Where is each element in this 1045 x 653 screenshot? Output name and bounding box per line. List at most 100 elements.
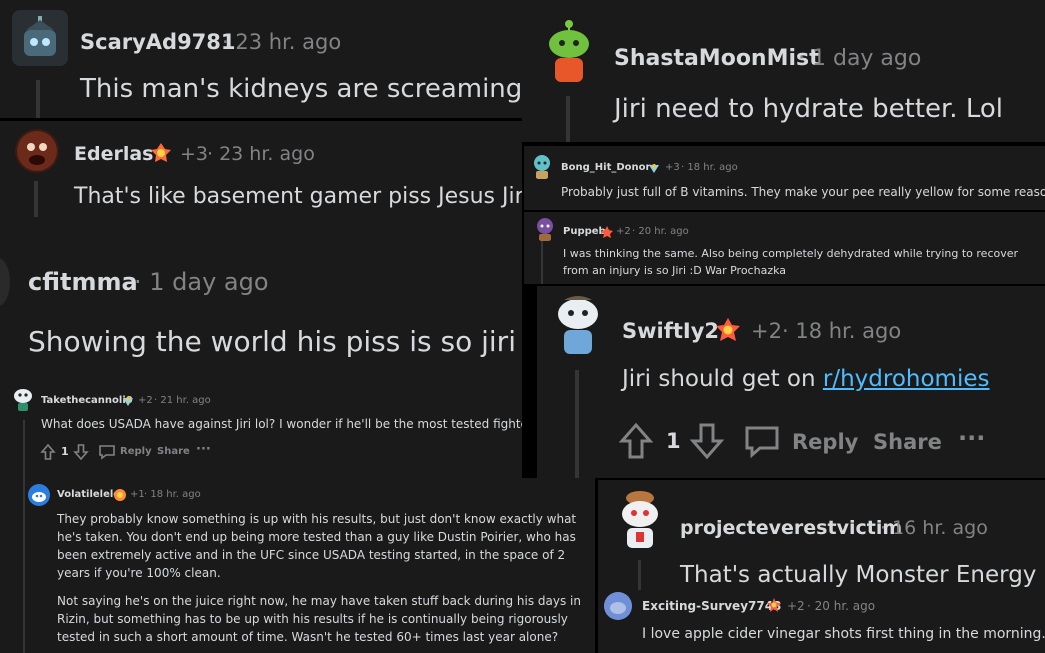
award-count: +3 (180, 143, 209, 165)
thread-line[interactable] (23, 420, 25, 478)
comment-body: Probably just full of B vitamins. They m… (561, 185, 1045, 199)
avatar[interactable] (614, 488, 666, 550)
snoo-avatar-icon (534, 155, 550, 179)
comment-username[interactable]: ScaryAd9781 (80, 30, 236, 54)
avatar[interactable] (0, 258, 10, 306)
upvote-icon[interactable] (40, 443, 56, 461)
comment-username[interactable]: projecteverestvictim (680, 517, 902, 539)
comment-body-paragraph: They probably know something is up with … (57, 512, 577, 580)
award-count: +3 (665, 162, 680, 173)
reply-icon[interactable] (98, 443, 116, 461)
comment-panel-bong-hit-donor: Bong_Hit_Donor +3 · 18 hr. ago Probably … (524, 146, 1045, 210)
award-icon[interactable] (113, 487, 127, 506)
comment-timestamp[interactable]: · 18 hr. ago (681, 162, 738, 173)
avatar[interactable] (28, 484, 50, 506)
downvote-icon[interactable] (73, 443, 89, 461)
thread-line[interactable] (23, 478, 25, 653)
comment-body-text: Jiri should get on (622, 366, 823, 392)
avatar[interactable] (12, 384, 34, 412)
comment-timestamp[interactable]: · 20 hr. ago (807, 599, 875, 613)
award-icon[interactable] (714, 316, 742, 348)
award-count: +2 (616, 226, 631, 237)
award-icon[interactable] (647, 160, 661, 179)
comment-timestamp[interactable]: · 23 hr. ago (207, 143, 315, 165)
comment-username[interactable]: Ederlas (74, 143, 153, 165)
award-icon[interactable] (766, 597, 782, 617)
avatar[interactable] (550, 292, 606, 356)
avatar[interactable] (15, 129, 59, 173)
more-options-icon[interactable]: ··· (958, 424, 985, 452)
comment-username[interactable]: Exciting-Survey7743 (642, 599, 781, 613)
robot-avatar-icon (24, 16, 56, 56)
comment-timestamp[interactable]: · 21 hr. ago (154, 395, 211, 406)
comment-timestamp[interactable]: · 23 hr. ago (222, 30, 341, 54)
comment-body: I love apple cider vinegar shots first t… (642, 626, 1045, 642)
comment-username[interactable]: ShastaMoonMist (614, 46, 820, 71)
share-button[interactable]: Share (873, 430, 942, 454)
comment-body: This man's kidneys are screaming. (80, 74, 522, 104)
avatar[interactable] (604, 592, 632, 620)
snoo-avatar-icon (622, 491, 658, 548)
comment-panel-shastamoonmist: ShastaMoonMist · 1 day ago Jiri need to … (522, 0, 1045, 142)
comment-timestamp[interactable]: · 1 day ago (798, 46, 921, 71)
comment-panel-takethecannoli: Takethecannoli0 +2 · 21 hr. ago What doe… (0, 376, 522, 478)
thread-line[interactable] (566, 96, 570, 142)
thread-line[interactable] (34, 181, 38, 217)
comment-panel-puppeb: Puppeb +2 · 20 hr. ago I was thinking th… (524, 212, 1045, 284)
comment-body: That's actually Monster Energy (680, 562, 1037, 588)
comment-panel-ederlas: Ederlas +3 · 23 hr. ago That's like base… (0, 121, 522, 248)
award-count: +2 (787, 599, 805, 613)
comment-timestamp[interactable]: · 18 hr. ago (144, 489, 201, 500)
comment-timestamp[interactable]: · 20 hr. ago (632, 226, 689, 237)
comment-body: What does USADA have against Jiri lol? I… (41, 417, 522, 431)
comment-panel-volatilelele: Volatilelele +1 · 18 hr. ago They probab… (0, 478, 595, 653)
upvote-icon[interactable] (619, 422, 653, 460)
reply-icon[interactable] (744, 423, 780, 459)
snoo-avatar-icon (14, 389, 32, 411)
snoo-avatar-icon (537, 218, 553, 241)
comment-body: That's like basement gamer piss Jesus Ji… (74, 184, 522, 209)
thread-line[interactable] (638, 560, 641, 590)
comment-body: I was thinking the same. Also being comp… (563, 247, 1019, 277)
award-icon[interactable] (149, 141, 173, 169)
vote-count: 1 (61, 445, 69, 458)
thread-line[interactable] (541, 240, 543, 284)
comment-panel-scaryad: ScaryAd9781 · 23 hr. ago This man's kidn… (0, 0, 522, 118)
comment-body: Jiri should get on r/hydrohomies (622, 366, 989, 392)
award-icon[interactable] (121, 393, 135, 412)
comment-username[interactable]: Takethecannoli0 (41, 395, 133, 406)
comment-username[interactable]: Volatilelele (57, 489, 120, 500)
comment-body: Showing the world his piss is so jiri (28, 325, 516, 358)
thread-line[interactable] (36, 80, 40, 118)
reply-button[interactable]: Reply (792, 430, 858, 454)
comment-username[interactable]: SwiftIy2 (622, 319, 719, 343)
face-avatar-icon (17, 131, 57, 171)
award-icon[interactable] (600, 224, 614, 243)
thread-line[interactable] (575, 370, 579, 478)
comment-panel-projecteverestvictim: projecteverestvictim · 16 hr. ago That's… (598, 480, 1045, 590)
avatar[interactable] (12, 10, 68, 66)
comment-username[interactable]: cfitmma (28, 268, 138, 296)
share-button[interactable]: Share (157, 446, 190, 457)
comment-panel-cfitmma: cfitmma · 1 day ago Showing the world hi… (0, 248, 522, 376)
comment-panel-exciting-survey: Exciting-Survey7743 +2 · 20 hr. ago I lo… (598, 590, 1045, 653)
comment-username[interactable]: Bong_Hit_Donor (561, 162, 650, 173)
snoo-avatar-icon (558, 296, 598, 354)
vote-count: 1 (666, 429, 681, 453)
snoo-avatar-icon (604, 592, 632, 620)
avatar[interactable] (531, 154, 553, 180)
more-options-icon[interactable]: ··· (196, 442, 211, 457)
comment-panel-swiftiy2: SwiftIy2 +2 · 18 hr. ago Jiri should get… (537, 286, 1045, 478)
reply-button[interactable]: Reply (120, 446, 152, 457)
comment-timestamp[interactable]: · 1 day ago (134, 268, 269, 296)
subreddit-link[interactable]: r/hydrohomies (823, 366, 990, 392)
avatar[interactable] (534, 216, 556, 242)
comment-timestamp[interactable]: · 18 hr. ago (782, 319, 901, 343)
snoo-avatar-icon (28, 484, 50, 506)
comment-timestamp[interactable]: · 16 hr. ago (880, 517, 988, 539)
downvote-icon[interactable] (690, 422, 724, 460)
award-count: +2 (751, 319, 782, 343)
avatar[interactable] (540, 16, 598, 84)
comment-body: Jiri need to hydrate better. Lol (614, 94, 1003, 124)
award-count: +1 (130, 489, 145, 500)
